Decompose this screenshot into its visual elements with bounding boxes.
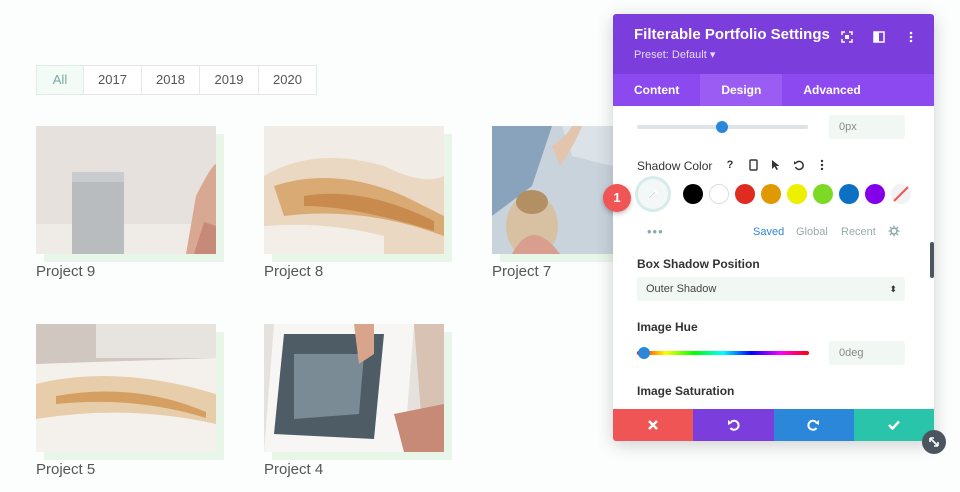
image-saturation-label: Image Saturation	[637, 384, 735, 398]
filter-bar: All 2017 2018 2019 2020	[36, 65, 317, 95]
color-picker-button[interactable]	[635, 176, 671, 212]
portfolio-item[interactable]: Project 8	[264, 126, 452, 282]
panel-scrollbar[interactable]	[930, 242, 934, 278]
project-4-image	[264, 324, 444, 452]
cancel-button[interactable]	[613, 409, 694, 441]
more-options-icon[interactable]	[815, 158, 829, 172]
swatch-yellow[interactable]	[787, 184, 807, 204]
tab-design[interactable]: Design	[700, 74, 783, 106]
box-shadow-position-label: Box Shadow Position	[637, 257, 760, 271]
help-icon[interactable]: ?	[723, 158, 737, 172]
project-title[interactable]: Project 9	[36, 262, 224, 282]
tab-content[interactable]: Content	[613, 74, 700, 106]
filter-2019[interactable]: 2019	[199, 66, 258, 94]
project-title[interactable]: Project 5	[36, 460, 224, 480]
project-image[interactable]	[264, 324, 444, 452]
image-hue-knob[interactable]	[638, 347, 650, 359]
top-slider-value[interactable]: 0px	[829, 115, 905, 139]
redo-icon	[807, 419, 820, 431]
project-9-image	[36, 126, 216, 254]
palette-tabs: ••• Saved Global Recent	[613, 224, 934, 242]
color-swatches	[635, 176, 917, 212]
preset-dropdown[interactable]: Preset: Default ▾	[634, 48, 934, 61]
select-arrow-icon: ⬍	[889, 284, 897, 294]
panel-tabs: Content Design Advanced	[613, 74, 934, 106]
save-button[interactable]	[853, 409, 934, 441]
swatch-orange[interactable]	[761, 184, 781, 204]
palette-global[interactable]: Global	[796, 226, 828, 238]
project-image[interactable]	[36, 126, 216, 254]
filter-2018[interactable]: 2018	[141, 66, 199, 94]
redo-button[interactable]	[773, 409, 854, 441]
swatch-transparent[interactable]	[891, 184, 911, 204]
tab-advanced[interactable]: Advanced	[782, 74, 881, 106]
project-image[interactable]	[264, 126, 444, 254]
fullscreen-icon[interactable]	[838, 28, 856, 46]
split-view-icon[interactable]	[870, 28, 888, 46]
swatch-red[interactable]	[735, 184, 755, 204]
palette-saved[interactable]: Saved	[753, 226, 784, 238]
settings-panel: Filterable Portfolio Settings Preset: De…	[613, 14, 934, 441]
eyedropper-icon	[647, 189, 658, 200]
portfolio-item[interactable]: Project 4	[264, 324, 452, 480]
more-options-icon[interactable]	[902, 28, 920, 46]
shadow-color-label: Shadow Color	[637, 159, 713, 173]
project-5-image	[36, 324, 216, 452]
more-dots-icon[interactable]: •••	[647, 224, 664, 239]
mobile-icon[interactable]	[746, 158, 760, 172]
resize-handle[interactable]	[922, 430, 946, 454]
project-image[interactable]	[36, 324, 216, 452]
portfolio-item[interactable]: Project 5	[36, 324, 224, 480]
filter-2017[interactable]: 2017	[83, 66, 141, 94]
box-shadow-position-select[interactable]: Outer Shadow ⬍	[637, 277, 905, 301]
filter-2020[interactable]: 2020	[258, 66, 316, 94]
swatch-white[interactable]	[709, 184, 729, 204]
panel-body: 0px Shadow Color ? ••• Saved Global Rece…	[613, 106, 934, 409]
swatch-green[interactable]	[813, 184, 833, 204]
filter-all[interactable]: All	[37, 66, 83, 94]
swatch-purple[interactable]	[865, 184, 885, 204]
panel-footer	[613, 409, 934, 441]
project-title[interactable]: Project 8	[264, 262, 452, 282]
resize-icon	[929, 437, 939, 447]
image-hue-slider[interactable]	[637, 351, 809, 355]
undo-button[interactable]	[693, 409, 774, 441]
hover-cursor-icon[interactable]	[769, 158, 783, 172]
step-badge: 1	[603, 184, 631, 212]
close-icon	[648, 420, 658, 430]
panel-header[interactable]: Filterable Portfolio Settings Preset: De…	[613, 14, 934, 74]
image-hue-label: Image Hue	[637, 320, 698, 334]
project-8-image	[264, 126, 444, 254]
image-hue-value[interactable]: 0deg	[829, 341, 905, 365]
swatch-blue[interactable]	[839, 184, 859, 204]
undo-icon	[727, 419, 740, 431]
portfolio-item[interactable]: Project 9	[36, 126, 224, 282]
project-title[interactable]: Project 4	[264, 460, 452, 480]
box-shadow-position-value: Outer Shadow	[646, 283, 717, 295]
palette-recent[interactable]: Recent	[841, 226, 876, 238]
checkmark-icon	[888, 420, 900, 430]
reset-icon[interactable]	[792, 158, 806, 172]
swatch-black[interactable]	[683, 184, 703, 204]
top-slider-knob[interactable]	[716, 121, 728, 133]
settings-gear-icon[interactable]	[888, 225, 900, 240]
